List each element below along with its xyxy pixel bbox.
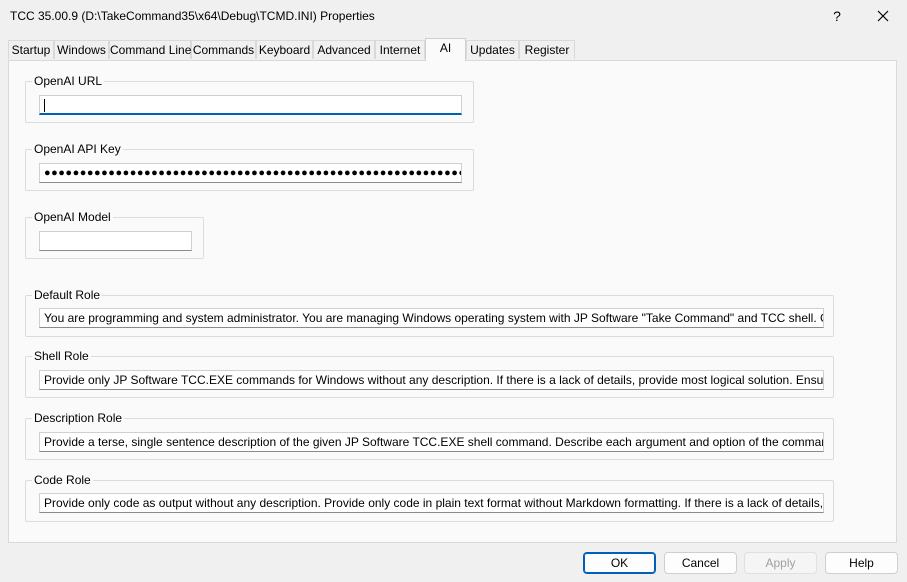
tab-label: Commands	[192, 43, 255, 57]
ai-tab-page: OpenAI URL OpenAI API Key ●●●●●●●●●●●●●●…	[8, 60, 897, 543]
shell-role-input[interactable]: Provide only JP Software TCC.EXE command…	[39, 370, 824, 390]
apply-button-label: Apply	[765, 556, 796, 570]
description-role-label: Description Role	[32, 411, 125, 425]
description-role-group: Description Role Provide a terse, single…	[25, 411, 834, 460]
shell-role-label: Shell Role	[32, 349, 91, 363]
window-title: TCC 35.00.9 (D:\TakeCommand35\x64\Debug\…	[10, 9, 375, 23]
title-bar: TCC 35.00.9 (D:\TakeCommand35\x64\Debug\…	[0, 0, 907, 32]
tab-startup[interactable]: Startup	[8, 40, 54, 59]
openai-api-key-group: OpenAI API Key ●●●●●●●●●●●●●●●●●●●●●●●●●…	[25, 142, 474, 191]
close-icon	[877, 10, 889, 22]
tab-label: AI	[439, 41, 452, 55]
code-role-label: Code Role	[32, 473, 93, 487]
code-role-input[interactable]: Provide only code as output without any …	[39, 493, 824, 513]
help-icon: ?	[833, 8, 841, 24]
help-title-button[interactable]: ?	[814, 0, 860, 32]
tab-label: Internet	[379, 43, 421, 57]
openai-model-input[interactable]	[39, 231, 192, 251]
tab-ai[interactable]: AI	[425, 38, 466, 61]
tab-windows[interactable]: Windows	[54, 40, 109, 59]
openai-url-group: OpenAI URL	[25, 74, 474, 123]
tab-label: Updates	[470, 43, 515, 57]
description-role-input[interactable]: Provide a terse, single sentence descrip…	[39, 432, 824, 452]
tab-keyboard[interactable]: Keyboard	[256, 40, 313, 59]
openai-url-input[interactable]	[39, 95, 462, 115]
tab-commands[interactable]: Commands	[191, 40, 256, 59]
openai-url-label: OpenAI URL	[32, 74, 105, 88]
openai-model-label: OpenAI Model	[32, 210, 113, 224]
openai-api-key-label: OpenAI API Key	[32, 142, 123, 156]
description-role-value: Provide a terse, single sentence descrip…	[44, 435, 823, 449]
ok-button[interactable]: OK	[583, 552, 656, 574]
code-role-value: Provide only code as output without any …	[44, 496, 824, 510]
code-role-group: Code Role Provide only code as output wi…	[25, 473, 834, 522]
tab-register[interactable]: Register	[519, 40, 575, 59]
shell-role-value: Provide only JP Software TCC.EXE command…	[44, 373, 824, 387]
tab-label: Command Line	[110, 43, 192, 57]
tab-internet[interactable]: Internet	[375, 40, 425, 59]
cancel-button[interactable]: Cancel	[664, 552, 737, 574]
tab-label: Windows	[57, 43, 106, 57]
tab-advanced[interactable]: Advanced	[313, 40, 375, 59]
cancel-button-label: Cancel	[681, 556, 720, 570]
default-role-input[interactable]: You are programming and system administr…	[39, 308, 824, 328]
openai-api-key-input[interactable]: ●●●●●●●●●●●●●●●●●●●●●●●●●●●●●●●●●●●●●●●●…	[39, 163, 462, 183]
default-role-group: Default Role You are programming and sys…	[25, 288, 834, 337]
tab-updates[interactable]: Updates	[466, 40, 519, 59]
openai-api-key-value: ●●●●●●●●●●●●●●●●●●●●●●●●●●●●●●●●●●●●●●●●…	[44, 167, 462, 179]
tab-label: Register	[524, 43, 570, 57]
tab-label: Advanced	[317, 43, 371, 57]
help-button-label: Help	[849, 556, 874, 570]
shell-role-group: Shell Role Provide only JP Software TCC.…	[25, 349, 834, 398]
openai-model-group: OpenAI Model	[25, 210, 204, 259]
default-role-value: You are programming and system administr…	[44, 311, 823, 325]
tab-label: Startup	[11, 43, 51, 57]
tab-command-line[interactable]: Command Line	[109, 40, 191, 59]
ok-button-label: OK	[610, 556, 629, 570]
tab-label: Keyboard	[258, 43, 311, 57]
apply-button[interactable]: Apply	[744, 552, 817, 574]
help-button[interactable]: Help	[825, 552, 898, 574]
close-button[interactable]	[860, 0, 906, 32]
text-caret	[44, 99, 45, 113]
default-role-label: Default Role	[32, 288, 103, 302]
